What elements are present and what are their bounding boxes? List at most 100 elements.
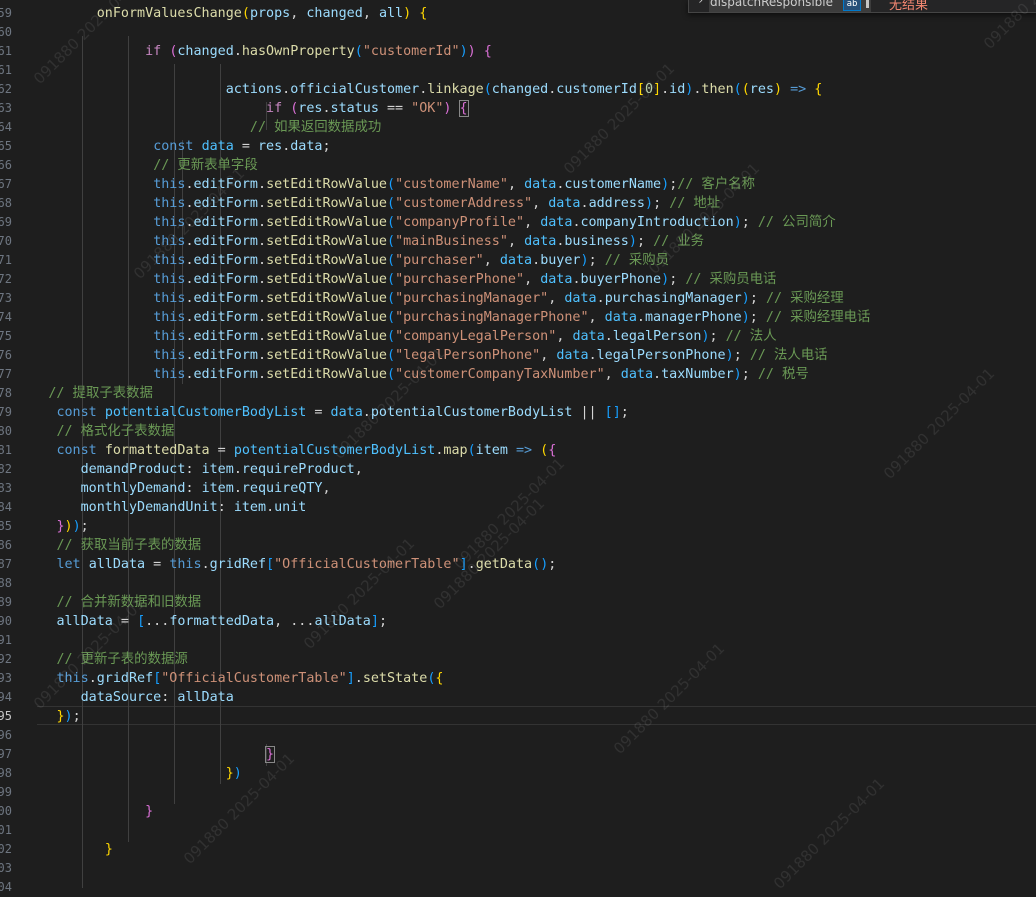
code-line[interactable]: 84 monthlyDemandUnit: item.unit: [0, 498, 1036, 517]
code-token: setEditRowValue: [266, 329, 387, 344]
code-token: (: [387, 272, 396, 287]
code-token: changed: [491, 82, 549, 97]
code-line[interactable]: 94 dataSource: allData: [0, 688, 1036, 707]
code-line[interactable]: 92 // 更新子表的数据源: [0, 650, 1036, 669]
code-line[interactable]: 82 demandProduct: item.requireProduct,: [0, 460, 1036, 479]
code-text: this.editForm.setEditRowValue("purchaser…: [0, 270, 776, 289]
code-token: editForm: [193, 329, 259, 344]
code-line[interactable]: 66 // 更新表单字段: [0, 156, 1036, 175]
code-line[interactable]: 02 }: [0, 840, 1036, 859]
code-text: }: [0, 745, 276, 764]
code-line[interactable]: 61 if (changed.hasOwnProperty("customerI…: [0, 42, 1036, 61]
code-token: "mainBusiness": [395, 234, 508, 249]
code-token: ): [628, 234, 637, 249]
code-line[interactable]: 75 this.editForm.setEditRowValue("compan…: [0, 327, 1036, 346]
code-line[interactable]: 76 this.editForm.setEditRowValue("legalP…: [0, 346, 1036, 365]
code-token: monthlyDemand: [80, 481, 186, 496]
code-line[interactable]: 62 actions.officialCustomer.linkage(chan…: [0, 80, 1036, 99]
code-token: this: [153, 215, 186, 230]
code-token: gridRef: [209, 557, 267, 572]
code-token: if: [266, 101, 283, 116]
code-token: potentialCustomerBodyList: [104, 405, 307, 420]
code-line[interactable]: 70 this.editForm.setEditRowValue("mainBu…: [0, 232, 1036, 251]
code-line[interactable]: 00 }: [0, 802, 1036, 821]
code-token: this: [153, 310, 186, 325]
code-token: // 更新表单字段: [153, 158, 258, 173]
code-token: // 法人电话: [749, 348, 828, 363]
code-line[interactable]: 95 });: [0, 707, 1036, 726]
code-token: []: [604, 405, 621, 420]
code-token: .: [258, 253, 267, 268]
code-line[interactable]: 90 allData = [...formattedData, ...allDa…: [0, 612, 1036, 631]
code-line[interactable]: 77 this.editForm.setEditRowValue("custom…: [0, 365, 1036, 384]
match-whole-word-icon[interactable]: ab: [843, 0, 861, 11]
code-token: purchasingManager: [604, 291, 742, 306]
chevron-right-icon[interactable]: ›: [697, 0, 704, 7]
code-line[interactable]: 98 }): [0, 764, 1036, 783]
code-line[interactable]: 99: [0, 783, 1036, 802]
code-token: .: [258, 329, 267, 344]
code-line[interactable]: 65 const data = res.data;: [0, 137, 1036, 156]
line-number: 01: [0, 823, 12, 837]
code-line[interactable]: 89 // 合并新数据和旧数据: [0, 593, 1036, 612]
code-line[interactable]: 86 // 获取当前子表的数据: [0, 536, 1036, 555]
code-line[interactable]: 79 const potentialCustomerBodyList = dat…: [0, 403, 1036, 422]
code-line[interactable]: 91: [0, 631, 1036, 650]
code-line[interactable]: 03: [0, 859, 1036, 878]
code-editor[interactable]: 59 onFormValuesChange(props, changed, al…: [0, 0, 1036, 894]
code-line[interactable]: 68 this.editForm.setEditRowValue("custom…: [0, 194, 1036, 213]
code-line[interactable]: 96: [0, 726, 1036, 745]
code-token: // 公司简介: [757, 215, 836, 230]
line-number: 99: [0, 785, 12, 799]
code-token: (: [387, 291, 396, 306]
code-token: ): [645, 196, 654, 211]
code-line[interactable]: 87 let allData = this.gridRef["OfficialC…: [0, 555, 1036, 574]
code-line[interactable]: 69 this.editForm.setEditRowValue("compan…: [0, 213, 1036, 232]
code-line[interactable]: 64 // 如果返回数据成功: [0, 118, 1036, 137]
code-line[interactable]: 85 }));: [0, 517, 1036, 536]
code-line[interactable]: 78 // 提取子表数据: [0, 384, 1036, 403]
code-token: .: [258, 215, 267, 230]
code-line[interactable]: 71 this.editForm.setEditRowValue("purcha…: [0, 251, 1036, 270]
code-line[interactable]: 01: [0, 821, 1036, 840]
code-line[interactable]: 60: [0, 23, 1036, 42]
code-text: });: [0, 707, 80, 726]
code-line[interactable]: 73 this.editForm.setEditRowValue("purcha…: [0, 289, 1036, 308]
code-token: ;: [322, 139, 331, 154]
code-line[interactable]: 72 this.editForm.setEditRowValue("purcha…: [0, 270, 1036, 289]
code-text: dataSource: allData: [0, 688, 234, 707]
code-token: [: [137, 614, 146, 629]
code-token: setEditRowValue: [266, 215, 387, 230]
code-line[interactable]: 83 monthlyDemand: item.requireQTY,: [0, 479, 1036, 498]
code-line[interactable]: 67 this.editForm.setEditRowValue("custom…: [0, 175, 1036, 194]
code-line[interactable]: 63 if (res.status == "OK") {: [0, 99, 1036, 118]
code-line[interactable]: 61: [0, 61, 1036, 80]
code-token: // 采购经理: [765, 291, 844, 306]
code-token: ;: [620, 405, 629, 420]
code-token: setEditRowValue: [266, 253, 387, 268]
code-line[interactable]: 97 }: [0, 745, 1036, 764]
code-token: "companyProfile": [395, 215, 525, 230]
code-line[interactable]: 80 // 格式化子表数据: [0, 422, 1036, 441]
code-line[interactable]: 81 const formattedData = potentialCustom…: [0, 441, 1036, 460]
code-text: const data = res.data;: [0, 137, 331, 156]
code-token: "purchasingManagerPhone": [395, 310, 589, 325]
code-line[interactable]: 74 this.editForm.setEditRowValue("purcha…: [0, 308, 1036, 327]
code-token: potentialCustomerBodyList: [233, 443, 436, 458]
code-text: // 更新子表的数据源: [0, 650, 187, 669]
code-token: ||: [572, 405, 605, 420]
code-text: }: [0, 802, 153, 821]
code-line[interactable]: 93 this.gridRef["OfficialCustomerTable"]…: [0, 669, 1036, 688]
code-token: actions: [225, 82, 283, 97]
find-widget[interactable]: › dispatchResponsible ab 无结果: [688, 0, 1036, 13]
code-line[interactable]: 88: [0, 574, 1036, 593]
code-token: "OfficialCustomerTable": [274, 557, 460, 572]
